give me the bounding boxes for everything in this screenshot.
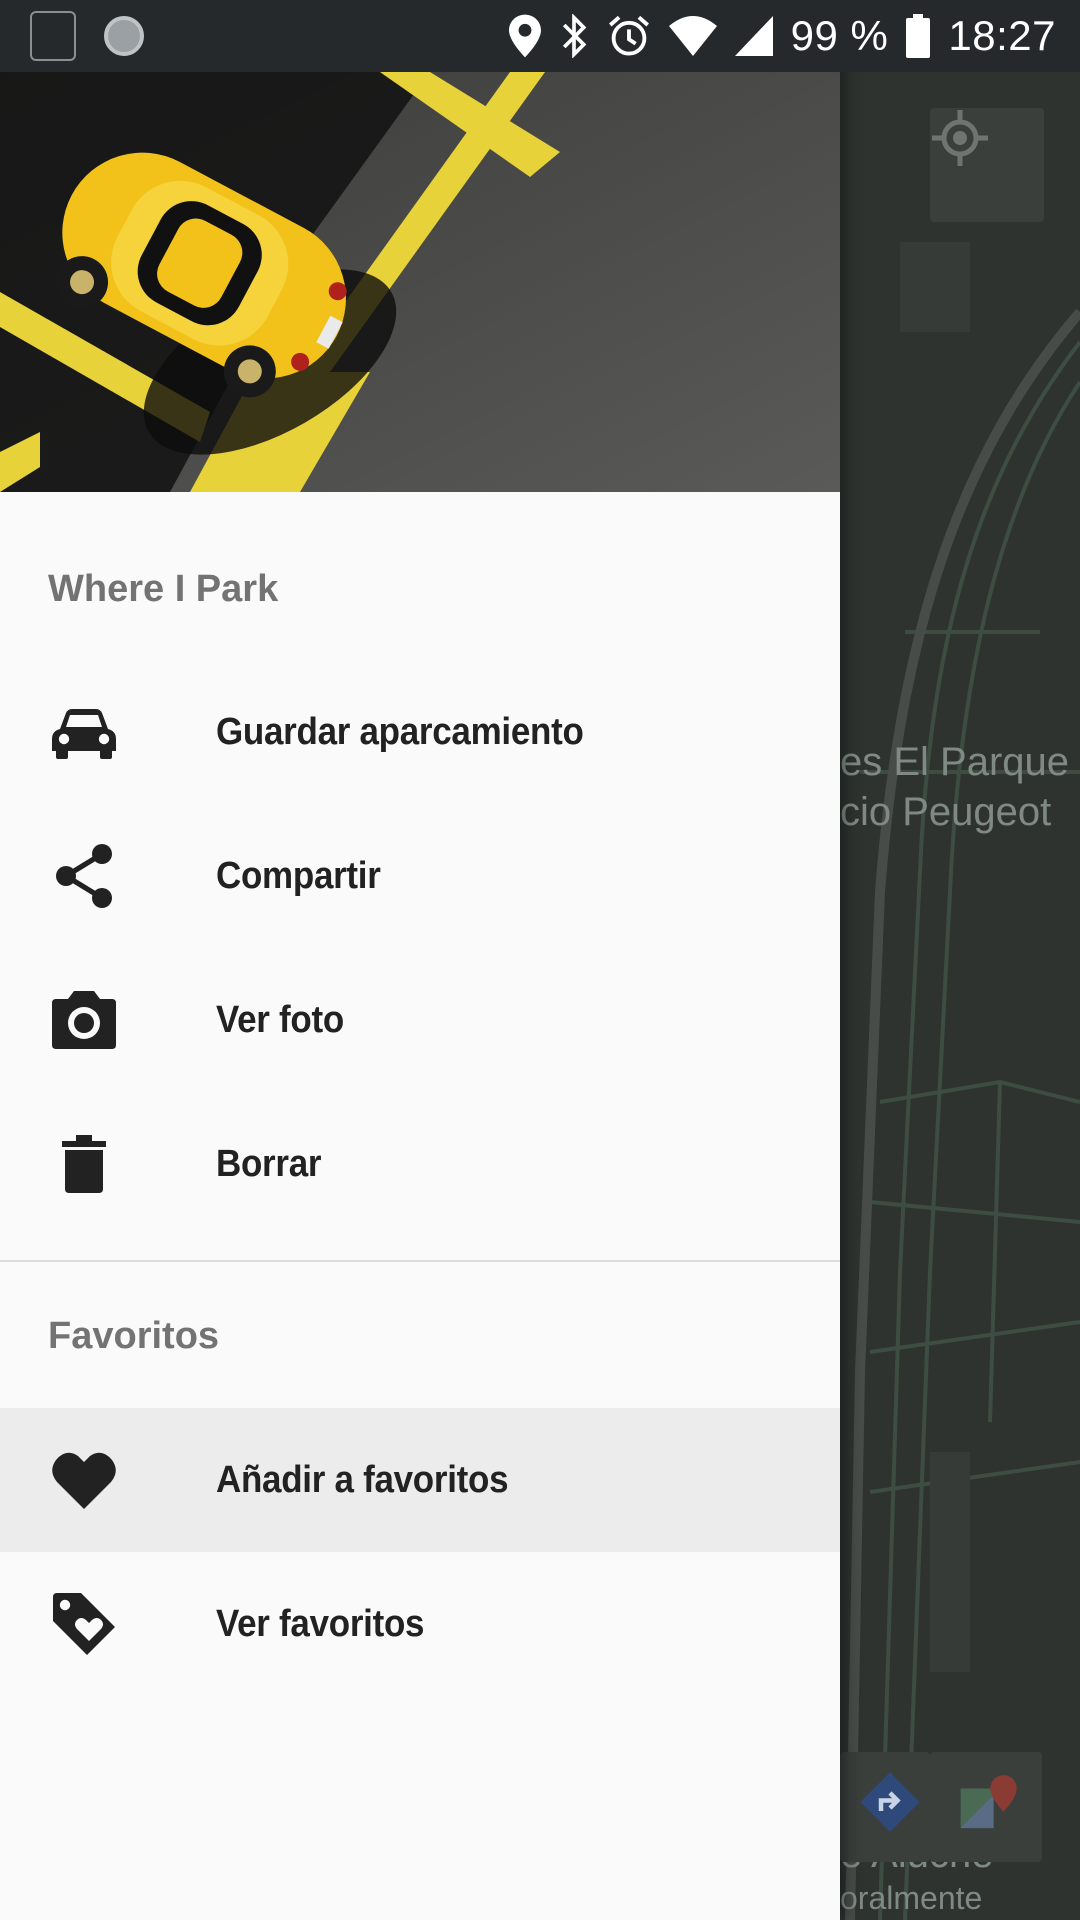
directions-button[interactable]	[840, 1752, 930, 1862]
app-title: Where I Park	[48, 568, 279, 610]
map-label-1: es El Parque	[840, 740, 1070, 784]
heart-icon	[48, 1444, 120, 1516]
menu-item-add-favorite[interactable]: Añadir a favoritos	[0, 1408, 840, 1552]
header-image	[0, 72, 840, 492]
menu-item-label: Añadir a favoritos	[216, 1458, 509, 1501]
navigation-drawer: Where I Park Guardar aparcamiento Compar	[0, 0, 840, 1920]
map-label-2: cio Peugeot	[840, 790, 1052, 834]
location-icon	[508, 14, 541, 58]
menu-item-delete[interactable]: Borrar	[0, 1092, 840, 1236]
signal-icon	[734, 16, 773, 56]
alarm-icon	[608, 15, 649, 56]
bluetooth-icon	[562, 14, 587, 58]
directions-icon	[860, 1772, 920, 1832]
status-bar: 99 % 18:27	[0, 0, 1080, 72]
map-label-4: oralmente	[840, 1880, 983, 1916]
trash-icon	[48, 1128, 120, 1200]
my-location-button[interactable]	[930, 108, 1044, 222]
car-icon	[48, 696, 120, 768]
battery-icon	[906, 14, 931, 58]
menu-item-label: Ver favoritos	[216, 1602, 425, 1645]
menu-item-label: Ver foto	[216, 998, 344, 1041]
loading-icon	[104, 16, 144, 56]
wifi-icon	[668, 16, 717, 56]
google-maps-button[interactable]	[930, 1752, 1042, 1862]
tag-heart-icon	[48, 1588, 120, 1660]
my-location-icon	[932, 110, 988, 166]
menu-item-label: Borrar	[216, 1142, 322, 1185]
menu-item-label: Compartir	[216, 854, 381, 897]
notification-square-icon	[30, 11, 76, 61]
yellow-car-parking-photo	[0, 72, 840, 492]
camera-icon	[48, 984, 120, 1056]
menu-item-share[interactable]: Compartir	[0, 804, 840, 948]
menu-item-view-photo[interactable]: Ver foto	[0, 948, 840, 1092]
share-icon	[48, 840, 120, 912]
menu-item-save-parking[interactable]: Guardar aparcamiento	[0, 660, 840, 804]
google-maps-icon	[960, 1775, 1017, 1829]
favorites-title: Favoritos	[48, 1315, 220, 1357]
menu-item-label: Guardar aparcamiento	[216, 710, 584, 753]
battery-level: 99 %	[790, 12, 889, 59]
section-divider	[0, 1260, 840, 1262]
clock: 18:27	[948, 12, 1056, 59]
menu-item-view-favorites[interactable]: Ver favoritos	[0, 1552, 840, 1696]
